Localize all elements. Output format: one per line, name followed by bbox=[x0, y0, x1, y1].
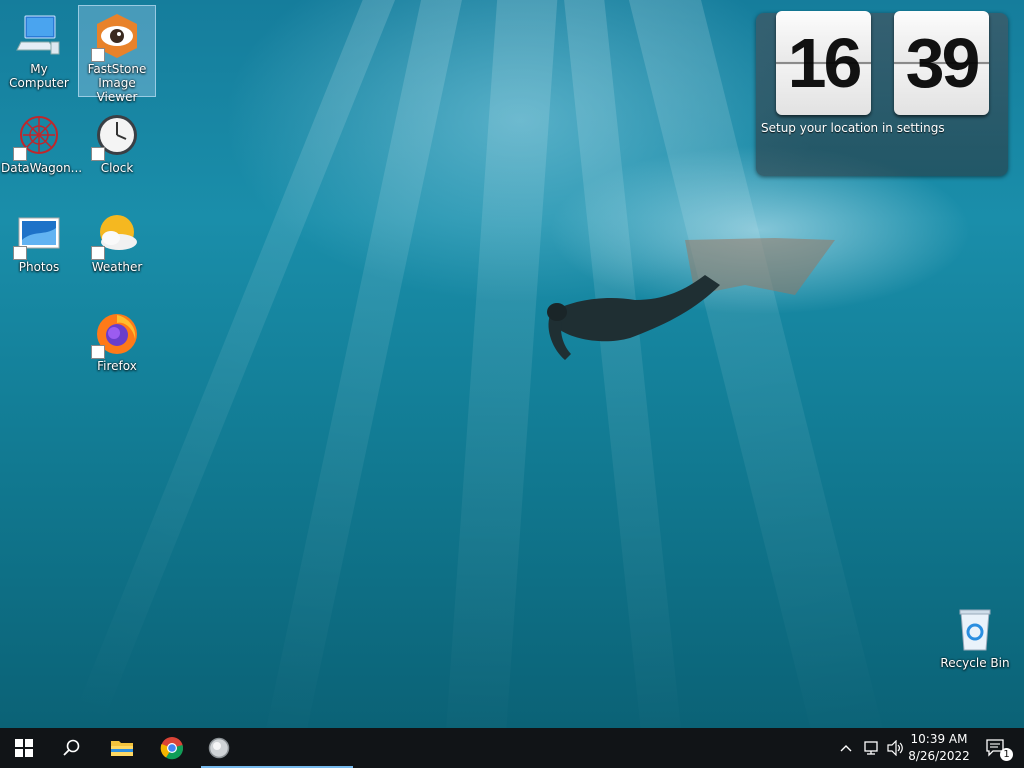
icon-label: My Computer bbox=[9, 62, 69, 90]
shortcut-arrow-icon bbox=[91, 246, 105, 260]
diver-wallpaper-image bbox=[547, 238, 835, 360]
recycle-bin-icon bbox=[951, 606, 999, 654]
taskbar-date: 8/26/2022 bbox=[908, 749, 970, 763]
shortcut-arrow-icon bbox=[13, 147, 27, 161]
desktop[interactable]: My Computer FastStone Image Viewer DataW… bbox=[0, 0, 1024, 728]
desktop-icon-clock[interactable]: Clock bbox=[79, 105, 155, 195]
chrome-icon bbox=[160, 737, 184, 760]
icon-label: Firefox bbox=[97, 359, 137, 373]
icon-label: Photos bbox=[18, 260, 60, 274]
faststone-eye-icon bbox=[91, 12, 141, 62]
network-button[interactable] bbox=[860, 728, 882, 768]
app-circle-icon bbox=[208, 737, 230, 759]
taskbar: 10:39 AM 8/26/2022 1 bbox=[0, 728, 1024, 768]
icon-label: Clock bbox=[100, 161, 134, 175]
shortcut-arrow-icon bbox=[91, 147, 105, 161]
shortcut-arrow-icon bbox=[91, 48, 105, 62]
light-ray bbox=[442, 0, 560, 728]
app-button[interactable] bbox=[195, 728, 243, 768]
desktop-icon-faststone[interactable]: FastStone Image Viewer bbox=[78, 5, 156, 104]
firefox-icon bbox=[91, 309, 141, 359]
desktop-icon-recycle-bin[interactable]: Recycle Bin bbox=[937, 600, 1013, 690]
flip-clock-gadget[interactable]: 16 39 Setup your location in settings bbox=[756, 11, 1008, 176]
computer-icon bbox=[15, 12, 63, 60]
photos-icon bbox=[13, 210, 63, 260]
datawagon-network-icon bbox=[13, 111, 63, 161]
icon-label: Weather bbox=[91, 260, 143, 274]
action-center-button[interactable]: 1 bbox=[976, 728, 1016, 768]
shortcut-arrow-icon bbox=[91, 345, 105, 359]
taskbar-time: 10:39 AM bbox=[910, 732, 968, 746]
clock-minutes: 39 bbox=[894, 11, 989, 115]
search-button[interactable] bbox=[48, 728, 96, 768]
network-icon bbox=[864, 741, 878, 755]
icon-label: FastStone Image Viewer bbox=[87, 62, 147, 104]
clock-hours: 16 bbox=[776, 11, 871, 115]
location-setup-message[interactable]: Setup your location in settings bbox=[761, 121, 945, 135]
desktop-icon-weather[interactable]: Weather bbox=[79, 204, 155, 294]
chrome-button[interactable] bbox=[148, 728, 196, 768]
desktop-icon-datawagon[interactable]: DataWagon... bbox=[1, 105, 83, 195]
shortcut-arrow-icon bbox=[13, 246, 27, 260]
light-ray bbox=[259, 0, 470, 728]
notification-count-badge: 1 bbox=[1000, 748, 1013, 761]
clock-date-button[interactable]: 10:39 AM 8/26/2022 bbox=[906, 728, 972, 768]
weather-sun-cloud-icon bbox=[91, 210, 141, 260]
icon-label: DataWagon... bbox=[1, 161, 83, 175]
desktop-icon-firefox[interactable]: Firefox bbox=[79, 303, 155, 393]
volume-button[interactable] bbox=[884, 728, 906, 768]
speaker-icon bbox=[887, 740, 903, 756]
desktop-icon-my-computer[interactable]: My Computer bbox=[1, 6, 77, 96]
icon-label: Recycle Bin bbox=[940, 656, 1010, 670]
start-button[interactable] bbox=[0, 728, 48, 768]
desktop-icon-photos[interactable]: Photos bbox=[1, 204, 77, 294]
search-icon bbox=[63, 739, 80, 756]
show-hidden-icons-button[interactable] bbox=[836, 728, 856, 768]
clock-icon bbox=[91, 111, 141, 161]
windows-logo-icon bbox=[15, 739, 33, 757]
file-explorer-button[interactable] bbox=[98, 728, 146, 768]
folder-icon bbox=[111, 741, 133, 756]
chevron-up-icon bbox=[840, 745, 852, 752]
